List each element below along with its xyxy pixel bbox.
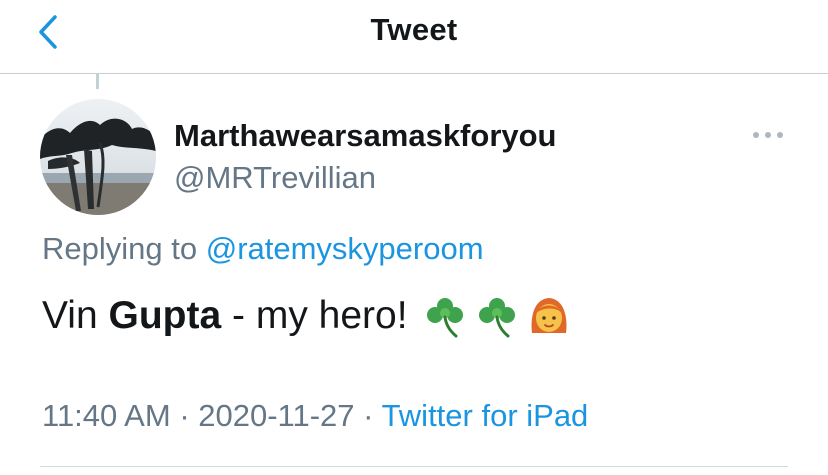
woman-red-hair-emoji bbox=[531, 298, 567, 333]
replying-prefix: Replying to bbox=[42, 231, 198, 266]
divider bbox=[40, 466, 788, 467]
reply-mention-link[interactable]: @ratemyskyperoom bbox=[206, 231, 484, 266]
more-horizontal-icon bbox=[753, 132, 783, 138]
page-title: Tweet bbox=[370, 12, 458, 47]
thread-connector bbox=[96, 74, 99, 89]
replying-to-line: Replying to @ratemyskyperoom bbox=[42, 231, 484, 267]
tweet-time: 11:40 AM bbox=[42, 398, 171, 433]
nav-header: Tweet bbox=[0, 0, 828, 74]
tweet-date: 2020-11-27 bbox=[198, 398, 355, 433]
tweet-body: Vin Gupta - my hero! bbox=[42, 293, 572, 339]
tweet-detail-screen: Tweet Marthawearsamaskforyou @MRTrevilli… bbox=[0, 0, 828, 475]
meta-separator: · bbox=[363, 398, 374, 433]
meta-separator: · bbox=[179, 398, 190, 433]
tweet-meta: 11:40 AM · 2020-11-27 · Twitter for iPad bbox=[42, 398, 588, 434]
tweet-text-start: Vin bbox=[42, 294, 98, 337]
more-options-button[interactable] bbox=[746, 120, 790, 150]
shamrock-emoji bbox=[426, 298, 463, 338]
tweet-text-bold: Gupta bbox=[108, 294, 222, 337]
avatar[interactable] bbox=[40, 99, 156, 215]
shamrock-emoji bbox=[478, 298, 515, 338]
user-handle[interactable]: @MRTrevillian bbox=[174, 160, 376, 196]
display-name[interactable]: Marthawearsamaskforyou bbox=[174, 118, 557, 154]
avatar-image bbox=[40, 99, 156, 215]
tweet-source-link[interactable]: Twitter for iPad bbox=[382, 398, 589, 433]
tweet-text-end: - my hero! bbox=[232, 294, 408, 337]
